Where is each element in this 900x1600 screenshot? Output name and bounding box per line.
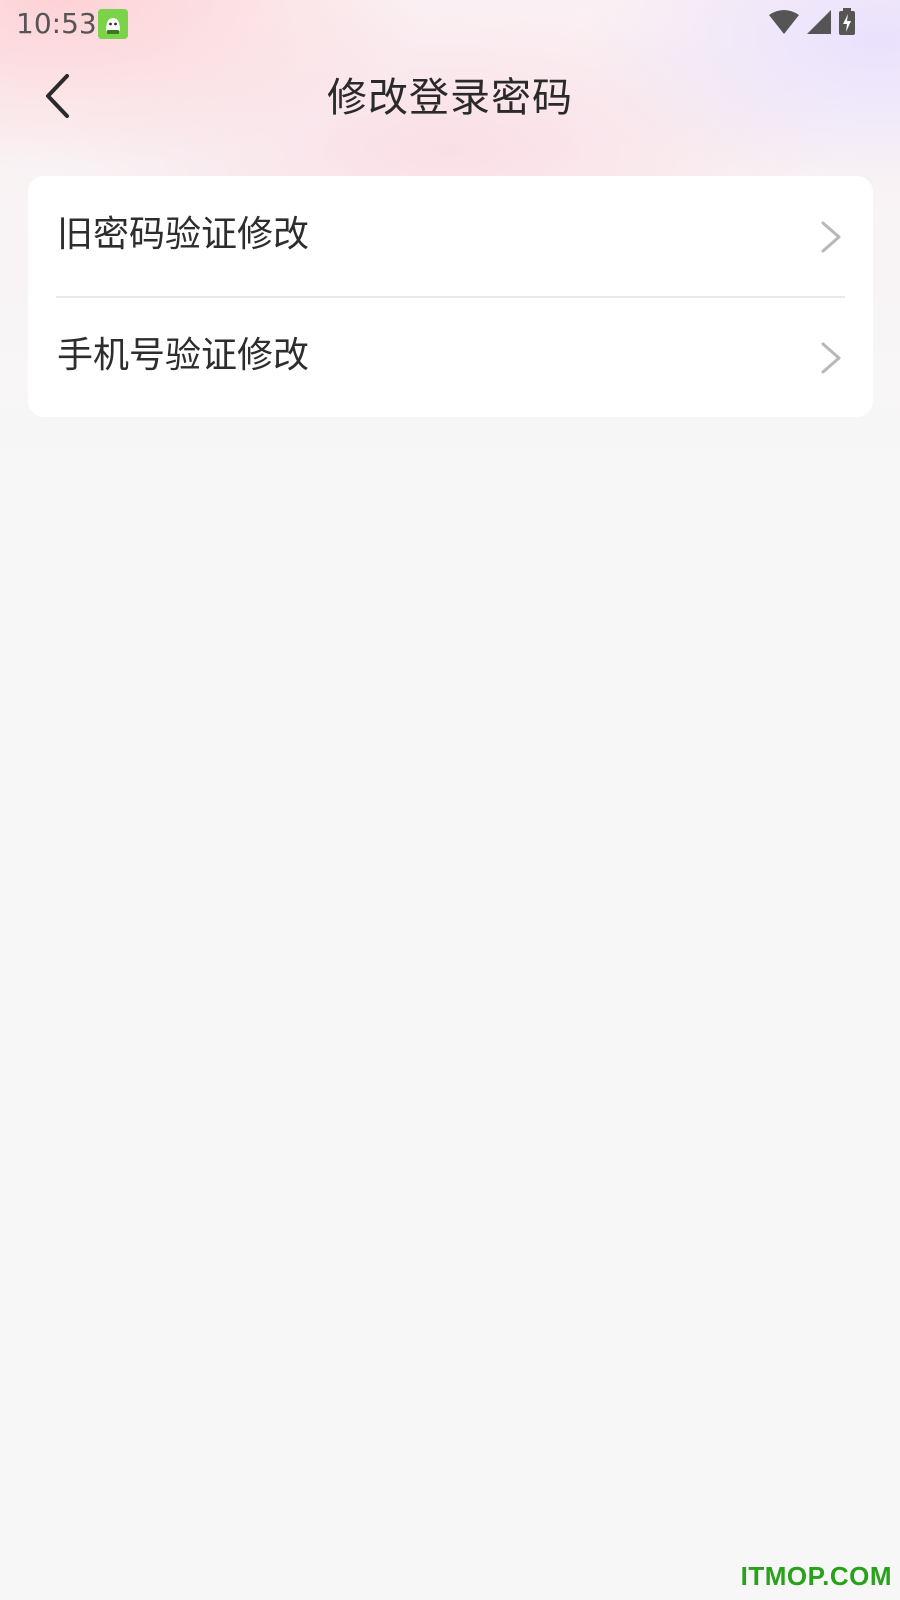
option-old-password[interactable]: 旧密码验证修改 bbox=[28, 176, 873, 296]
battery-charging-icon bbox=[838, 8, 856, 40]
status-bar: 10:53 bbox=[0, 0, 900, 48]
chevron-right-icon bbox=[819, 341, 843, 375]
option-phone-verification[interactable]: 手机号验证修改 bbox=[28, 297, 873, 417]
navigation-bar: 修改登录密码 bbox=[0, 48, 900, 148]
page-title: 修改登录密码 bbox=[327, 75, 573, 121]
app-notification-icon bbox=[98, 9, 128, 39]
status-icons bbox=[768, 8, 856, 40]
status-time: 10:53 bbox=[16, 7, 97, 40]
wifi-icon bbox=[768, 9, 800, 39]
options-card: 旧密码验证修改 手机号验证修改 bbox=[28, 176, 873, 417]
signal-icon bbox=[806, 9, 832, 39]
watermark: ITMOP.COM bbox=[740, 1561, 892, 1591]
chevron-right-icon bbox=[819, 220, 843, 254]
option-label: 旧密码验证修改 bbox=[57, 214, 310, 255]
option-label: 手机号验证修改 bbox=[57, 335, 310, 376]
